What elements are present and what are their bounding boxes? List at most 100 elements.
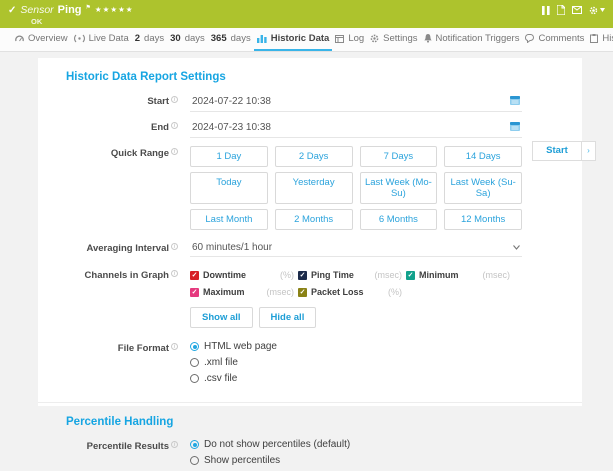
channels-label: Channels in Graphi (66, 268, 178, 281)
report-icon[interactable] (557, 5, 565, 15)
percentile-label: Percentile Resultsi (66, 439, 178, 452)
quick-range-button[interactable]: Today (190, 172, 268, 204)
start-input[interactable]: 2024-07-22 10:38 (190, 94, 522, 112)
signal-icon (74, 34, 85, 43)
channel-name: Ping Time (311, 270, 354, 280)
channel-name: Packet Loss (311, 287, 364, 297)
channel-unit: (msec) (267, 287, 295, 297)
end-row: Endi 2024-07-23 10:38 (66, 120, 582, 138)
channel-checkbox[interactable]: ✓ (406, 271, 415, 280)
show-all-button[interactable]: Show all (190, 307, 253, 328)
tab-30-days[interactable]: 30 days (167, 28, 208, 51)
channels-row: Channels in Graphi ✓ Downtime (%) ✓ Ping… (66, 268, 582, 328)
settings-card: Historic Data Report Settings Starti 202… (38, 58, 582, 406)
quick-range-button[interactable]: 6 Months (360, 209, 438, 230)
quick-range-button[interactable]: 12 Months (444, 209, 522, 230)
end-input[interactable]: 2024-07-23 10:38 (190, 120, 522, 138)
tab-overview[interactable]: Overview (12, 28, 71, 51)
tab-bar: Overview Live Data 2 days 30 days 365 da… (0, 28, 613, 52)
sensor-name: Ping (58, 4, 82, 16)
channel-checkbox[interactable]: ✓ (190, 288, 199, 297)
tab-history[interactable]: History (587, 28, 613, 51)
radio-label: .csv file (204, 373, 237, 384)
pause-icon[interactable] (542, 6, 550, 15)
tab-live-data[interactable]: Live Data (71, 28, 132, 51)
channel-checkbox[interactable]: ✓ (298, 288, 307, 297)
tab-365-days[interactable]: 365 days (208, 28, 254, 51)
percentile-option-none[interactable]: Do not show percentiles (default) (190, 439, 522, 450)
tab-label: Notification Triggers (436, 33, 520, 44)
quick-range-button[interactable]: 7 Days (360, 146, 438, 167)
sensor-header: ✓ Sensor Ping ⚑ ★★★★★ OK (0, 0, 613, 28)
quick-range-button[interactable]: 2 Days (275, 146, 353, 167)
chevron-down-icon (513, 242, 520, 253)
tab-comments[interactable]: Comments (522, 28, 587, 51)
quick-range-row: Quick Rangei 1 Day 2 Days 7 Days 14 Days… (66, 146, 582, 230)
info-icon[interactable]: i (171, 148, 178, 155)
channel-unit: (%) (280, 270, 294, 280)
start-report-control: Start › (532, 141, 596, 161)
tab-number: 365 (211, 33, 227, 44)
tab-log[interactable]: Log (332, 28, 367, 51)
info-icon[interactable]: i (171, 96, 178, 103)
tab-label: Overview (28, 33, 68, 44)
averaging-value: 60 minutes/1 hour (192, 242, 272, 253)
gauge-icon (15, 34, 24, 43)
radio-icon[interactable] (190, 358, 199, 367)
quick-range-button[interactable]: Yesterday (275, 172, 353, 204)
quick-range-button[interactable]: Last Week (Su-Sa) (444, 172, 522, 204)
info-icon[interactable]: i (171, 343, 178, 350)
channel-downtime: ✓ Downtime (%) (190, 270, 294, 280)
calendar-icon[interactable] (510, 95, 520, 108)
percentile-title: Percentile Handling (38, 403, 582, 439)
sensor-kind-label: Sensor (20, 4, 53, 16)
tab-label: Log (348, 33, 364, 44)
file-format-option-csv[interactable]: .csv file (190, 373, 522, 384)
priority-stars[interactable]: ★★★★★ (95, 5, 134, 14)
tab-label: days (144, 33, 164, 44)
tab-2-days[interactable]: 2 days (132, 28, 167, 51)
channel-checkbox[interactable]: ✓ (190, 271, 199, 280)
radio-icon[interactable] (190, 456, 199, 465)
info-icon[interactable]: i (171, 243, 178, 250)
channel-maximum: ✓ Maximum (msec) (190, 287, 294, 297)
start-arrow-button[interactable]: › (582, 141, 596, 161)
radio-icon[interactable] (190, 374, 199, 383)
tab-settings[interactable]: Settings (367, 28, 420, 51)
info-icon[interactable]: i (171, 270, 178, 277)
start-label: Starti (66, 94, 178, 107)
radio-label: Show percentiles (204, 455, 280, 466)
averaging-select[interactable]: 60 minutes/1 hour (190, 241, 522, 257)
tab-notification-triggers[interactable]: Notification Triggers (421, 28, 523, 51)
calendar-icon[interactable] (510, 121, 520, 134)
quick-range-button[interactable]: 2 Months (275, 209, 353, 230)
flag-icon: ⚑ (86, 4, 91, 11)
percentile-option-show[interactable]: Show percentiles (190, 455, 522, 466)
start-button[interactable]: Start (532, 141, 582, 161)
radio-icon[interactable] (190, 440, 199, 449)
channel-packet-loss: ✓ Packet Loss (%) (298, 287, 402, 297)
quick-range-button[interactable]: Last Week (Mo-Su) (360, 172, 438, 204)
info-icon[interactable]: i (171, 441, 178, 448)
channel-name: Minimum (419, 270, 459, 280)
file-format-option-xml[interactable]: .xml file (190, 357, 522, 368)
bell-icon (424, 34, 432, 43)
radio-icon[interactable] (190, 342, 199, 351)
channel-checkbox[interactable]: ✓ (298, 271, 307, 280)
quick-range-button[interactable]: 1 Day (190, 146, 268, 167)
gear-menu-icon[interactable] (589, 6, 605, 15)
tab-label: History (602, 33, 613, 44)
email-icon[interactable] (572, 6, 582, 14)
channel-unit: (msec) (375, 270, 403, 280)
gear-icon (370, 34, 379, 43)
tab-historic-data[interactable]: Historic Data (254, 28, 333, 51)
info-icon[interactable]: i (171, 122, 178, 129)
quick-range-button[interactable]: Last Month (190, 209, 268, 230)
file-format-option-html[interactable]: HTML web page (190, 341, 522, 352)
tab-label: Live Data (89, 33, 129, 44)
tab-label: Settings (383, 33, 417, 44)
tab-label: days (231, 33, 251, 44)
quick-range-button[interactable]: 14 Days (444, 146, 522, 167)
hide-all-button[interactable]: Hide all (259, 307, 317, 328)
bar-chart-icon (257, 34, 267, 43)
